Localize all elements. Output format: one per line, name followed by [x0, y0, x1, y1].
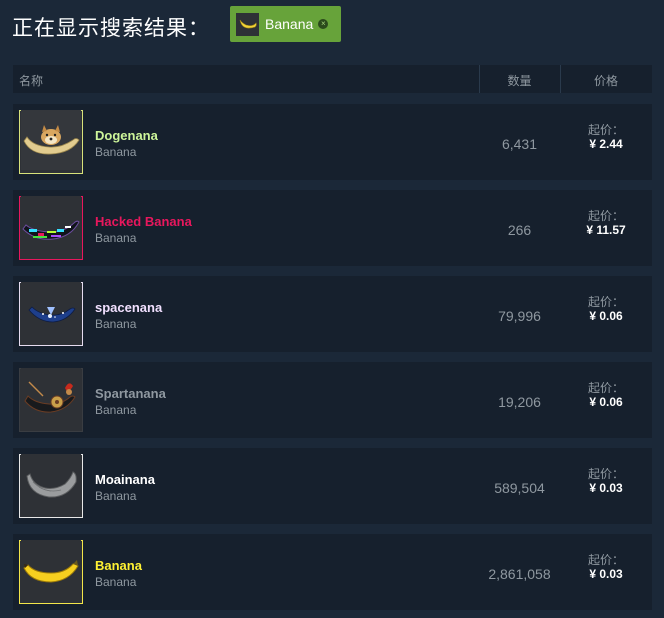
item-thumbnail	[19, 367, 83, 433]
filter-tag-banana[interactable]: Banana ×	[230, 6, 341, 42]
table-row[interactable]: Hacked Banana Banana 266 起价： ¥ 11.57	[13, 190, 652, 266]
item-thumbnail	[19, 109, 83, 175]
item-name[interactable]: Banana	[95, 558, 142, 573]
item-price: ¥ 0.03	[589, 567, 623, 581]
item-quantity: 6,431	[501, 136, 538, 152]
item-price: ¥ 11.57	[586, 223, 626, 237]
item-game: Banana	[95, 145, 137, 159]
filter-tag-label: Banana	[265, 16, 314, 32]
price-label: 起价：	[587, 295, 624, 309]
price-label: 起价：	[587, 123, 624, 137]
item-name[interactable]: Spartanana	[95, 386, 166, 401]
table-row[interactable]: Banana Banana 2,861,058 起价： ¥ 0.03	[13, 534, 652, 610]
item-quantity: 589,504	[494, 480, 545, 496]
table-row[interactable]: Dogenana Banana 6,431 起价： ¥ 2.44	[13, 104, 652, 180]
item-game: Banana	[95, 403, 137, 417]
item-quantity: 266	[507, 222, 532, 238]
close-circle-icon[interactable]: ×	[318, 19, 329, 29]
column-header-name[interactable]: 名称	[19, 72, 43, 89]
column-header-quantity[interactable]: 数量	[479, 72, 560, 89]
item-game: Banana	[95, 489, 137, 503]
item-name[interactable]: Dogenana	[95, 128, 158, 143]
item-name[interactable]: Hacked Banana	[95, 214, 192, 229]
item-name[interactable]: Moainana	[95, 472, 155, 487]
item-price: ¥ 0.03	[589, 481, 623, 495]
search-results-header: 正在显示搜索结果：	[12, 10, 210, 44]
item-price: ¥ 0.06	[589, 395, 623, 409]
glitch-banana-icon	[21, 195, 81, 261]
item-thumbnail	[19, 195, 83, 261]
price-label: 起价：	[587, 467, 624, 481]
table-row[interactable]: Moainana Banana 589,504 起价： ¥ 0.03	[13, 448, 652, 524]
item-thumbnail	[19, 453, 83, 519]
item-price: ¥ 0.06	[589, 309, 623, 323]
item-quantity: 79,996	[498, 308, 541, 324]
item-quantity: 19,206	[498, 394, 541, 410]
banana-icon	[21, 539, 81, 605]
item-game: Banana	[95, 575, 137, 589]
item-name[interactable]: spacenana	[95, 300, 162, 315]
stone-banana-icon	[21, 453, 81, 519]
item-game: Banana	[95, 231, 137, 245]
banana-icon	[236, 12, 259, 36]
space-banana-icon	[21, 281, 81, 347]
table-row[interactable]: spacenana Banana 79,996 起价： ¥ 0.06	[13, 276, 652, 352]
doge-banana-icon	[21, 109, 81, 175]
table-row[interactable]: Spartanana Banana 19,206 起价： ¥ 0.06	[13, 362, 652, 438]
table-header: 名称 数量 价格	[13, 65, 652, 93]
item-thumbnail	[19, 281, 83, 347]
page-title: 正在显示搜索结果：	[12, 16, 210, 40]
price-label: 起价：	[587, 553, 624, 567]
price-label: 起价：	[587, 209, 624, 223]
item-thumbnail	[19, 539, 83, 605]
column-header-price[interactable]: 价格	[560, 72, 652, 89]
spartan-banana-icon	[21, 367, 81, 433]
item-quantity: 2,861,058	[488, 566, 551, 582]
item-game: Banana	[95, 317, 137, 331]
item-price: ¥ 2.44	[589, 137, 623, 151]
price-label: 起价：	[587, 381, 624, 395]
